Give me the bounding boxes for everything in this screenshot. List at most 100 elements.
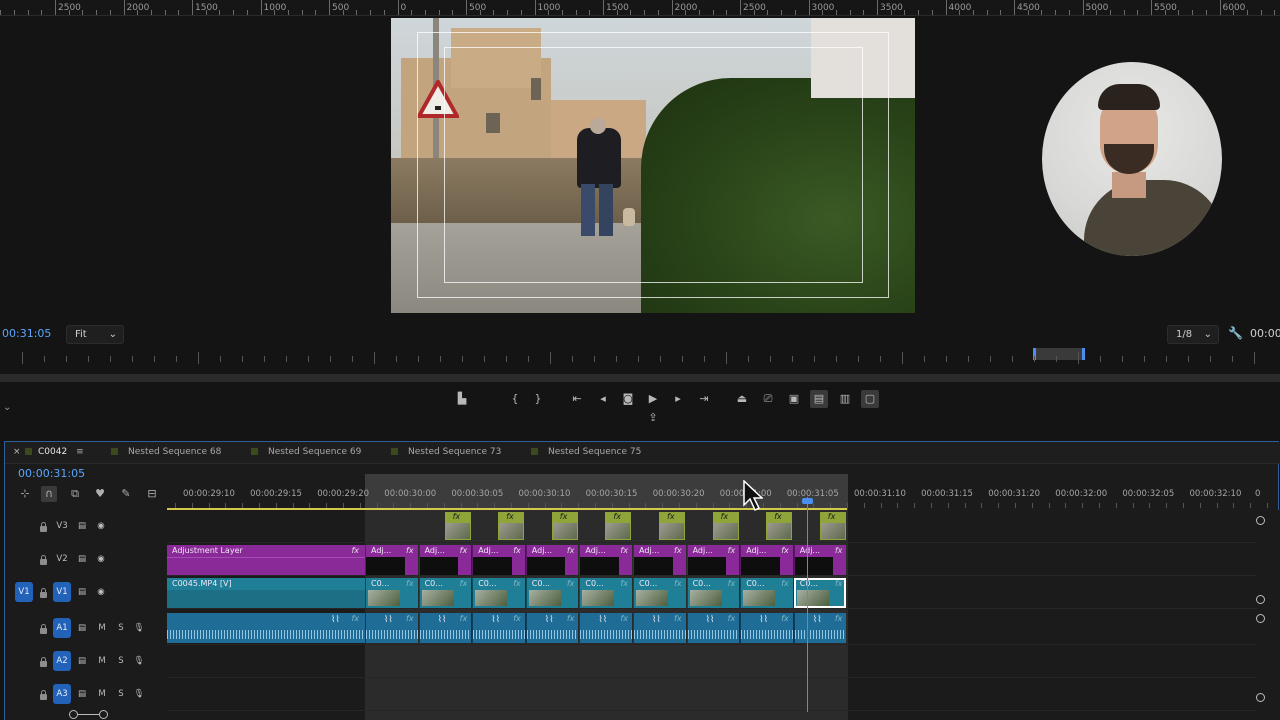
audio-clip[interactable]: ⌇⌇ fx — [633, 613, 686, 643]
extract-button[interactable]: ⎚ — [759, 390, 777, 408]
time-ruler[interactable]: 00:00:29:10 00:00:29:15 00:00:29:20 00:00:3… — [167, 474, 1280, 510]
video-clip[interactable]: C0... fx — [579, 578, 632, 608]
audio-scroll-handle-bottom[interactable] — [1256, 693, 1265, 702]
sync-lock-icon[interactable]: ▤ — [76, 655, 88, 667]
timeline-zoom-handle-right[interactable] — [99, 710, 108, 719]
audio-clip[interactable]: ⌇⌇ fx — [525, 613, 579, 643]
step-forward-button[interactable]: ▸ — [669, 390, 687, 408]
mute-button[interactable]: M — [96, 622, 108, 634]
nested-sequence-clip[interactable]: fx — [551, 512, 578, 540]
nested-sequence-clip[interactable]: fx — [819, 512, 846, 540]
audio-scroll-handle-top[interactable] — [1256, 614, 1265, 623]
program-zoom-scrollbar[interactable] — [0, 374, 1280, 382]
tab-nested-sequence-68[interactable]: Nested Sequence 68 — [111, 447, 221, 457]
video-clip[interactable]: C0... fx — [472, 578, 525, 608]
lock-icon[interactable] — [40, 624, 47, 634]
solo-button[interactable]: S — [115, 655, 127, 667]
nested-sequence-clip[interactable]: fx — [766, 512, 793, 540]
adjustment-layer-clip[interactable]: Adj... fx — [686, 545, 740, 575]
adjustment-layer-clip[interactable]: Adj... fx — [365, 545, 418, 575]
lock-icon[interactable] — [40, 522, 47, 532]
track-target-toggle[interactable]: V3 — [53, 516, 71, 536]
timeline-zoom-handle-left[interactable] — [69, 710, 78, 719]
tab-nested-sequence-75[interactable]: Nested Sequence 75 — [531, 447, 641, 457]
adjustment-layer-clip[interactable]: Adj... fx — [472, 545, 525, 575]
source-patch-v1[interactable]: V1 — [15, 582, 33, 602]
camera-icon[interactable]: ◙ — [619, 390, 637, 408]
timeline-timecode[interactable]: 00:00:31:05 — [18, 467, 85, 480]
video-clip[interactable]: C0... fx — [633, 578, 686, 608]
audio-clip[interactable]: ⌇⌇ fx — [418, 613, 472, 643]
video-clip[interactable]: C0... fx — [365, 578, 418, 608]
eye-icon[interactable]: ◉ — [94, 553, 108, 565]
solo-button[interactable]: S — [115, 622, 127, 634]
settings-wrench-icon[interactable]: ✎ — [118, 486, 134, 502]
video-clip[interactable]: C0... fx — [793, 578, 847, 608]
chevron-down-icon[interactable]: ⌄ — [3, 402, 11, 413]
program-timecode[interactable]: 00:31:05 — [2, 327, 51, 340]
marker-icon[interactable]: ♥ — [92, 486, 108, 502]
sync-lock-icon[interactable]: ▤ — [76, 586, 88, 598]
resolution-dropdown[interactable]: 1/8 ⌄ — [1167, 325, 1219, 344]
nested-sequence-clip[interactable]: fx — [444, 512, 471, 540]
comparison-view-button[interactable]: ▥ — [836, 390, 854, 408]
track-target-toggle[interactable]: A2 — [53, 651, 71, 671]
eye-icon[interactable]: ◉ — [94, 586, 108, 598]
adjustment-layer-clip[interactable]: Adj... fx — [579, 545, 632, 575]
track-target-toggle[interactable]: A1 — [53, 618, 71, 638]
sync-lock-icon[interactable]: ▤ — [76, 553, 88, 565]
go-to-out-button[interactable]: ⇥ — [695, 390, 713, 408]
mark-out-button[interactable]: } — [529, 390, 547, 408]
lock-icon[interactable] — [40, 690, 47, 700]
audio-clip[interactable]: ⌇⌇ fx — [686, 613, 740, 643]
audio-clip[interactable]: ⌇⌇ fx — [472, 613, 525, 643]
sync-lock-icon[interactable]: ▤ — [76, 622, 88, 634]
video-scroll-handle-top[interactable] — [1256, 516, 1265, 525]
nest-toggle-icon[interactable]: ⊹ — [17, 486, 33, 502]
eye-icon[interactable]: ◉ — [94, 520, 108, 532]
wrench-icon[interactable]: 🔧 — [1228, 326, 1243, 340]
lock-icon[interactable] — [40, 555, 47, 565]
go-to-in-button[interactable]: ⇤ — [568, 390, 586, 408]
program-scrub-ruler[interactable] — [0, 348, 1280, 366]
video-clip[interactable]: C0... fx — [686, 578, 740, 608]
fit-dropdown[interactable]: Fit ⌄ — [66, 325, 124, 344]
tab-nested-sequence-69[interactable]: Nested Sequence 69 — [251, 447, 361, 457]
tab-nested-sequence-73[interactable]: Nested Sequence 73 — [391, 447, 501, 457]
video-scroll-handle-bottom[interactable] — [1256, 595, 1265, 604]
audio-clip[interactable]: ⌇⌇ fx — [579, 613, 632, 643]
step-back-button[interactable]: ◂ — [594, 390, 612, 408]
captions-icon[interactable]: ⊟ — [144, 486, 160, 502]
close-icon[interactable]: × — [13, 447, 21, 457]
timeline-zoom-bar[interactable] — [78, 714, 100, 715]
adjustment-layer-clip[interactable]: Adj... fx — [525, 545, 579, 575]
video-clip[interactable]: C0... fx — [525, 578, 579, 608]
overwrite-button[interactable]: ▤ — [810, 390, 828, 408]
microphone-icon[interactable]: 🎙 — [133, 687, 145, 701]
audio-clip[interactable]: ⌇⌇ fx — [740, 613, 793, 643]
track-area[interactable]: fx fx fx fx fx fx fx fx Adjustment Layer fx Adj...… — [167, 510, 1280, 720]
adjustment-layer-clip[interactable]: Adj... fx — [740, 545, 793, 575]
track-target-toggle[interactable]: A3 — [53, 684, 71, 704]
mark-in-button[interactable]: { — [506, 390, 524, 408]
adjustment-layer-clip[interactable]: Adj... fx — [418, 545, 472, 575]
nested-sequence-clip[interactable]: fx — [498, 512, 525, 540]
adjustment-layer-clip[interactable]: Adj... fx — [633, 545, 686, 575]
add-marker-button[interactable]: ▙ — [453, 390, 471, 408]
mute-button[interactable]: M — [96, 688, 108, 700]
lock-icon[interactable] — [40, 588, 47, 598]
lift-button[interactable]: ⏏ — [733, 390, 751, 408]
audio-clip[interactable]: ⌇⌇ fx — [793, 613, 847, 643]
microphone-icon[interactable]: 🎙 — [133, 621, 145, 635]
microphone-icon[interactable]: 🎙 — [133, 654, 145, 668]
audio-clip[interactable]: ⌇⌇ fx — [167, 613, 365, 643]
track-target-toggle[interactable]: V1 — [53, 582, 71, 602]
video-clip[interactable]: C0... fx — [418, 578, 472, 608]
export-icon[interactable]: ⇪ — [644, 409, 662, 427]
snap-icon[interactable]: ∩ — [41, 486, 57, 502]
track-target-toggle[interactable]: V2 — [53, 549, 71, 569]
nested-sequence-clip[interactable]: fx — [712, 512, 739, 540]
insert-button[interactable]: ▣ — [785, 390, 803, 408]
menu-icon[interactable]: ≡ — [76, 447, 84, 457]
linked-selection-icon[interactable]: ⧉ — [67, 486, 83, 502]
